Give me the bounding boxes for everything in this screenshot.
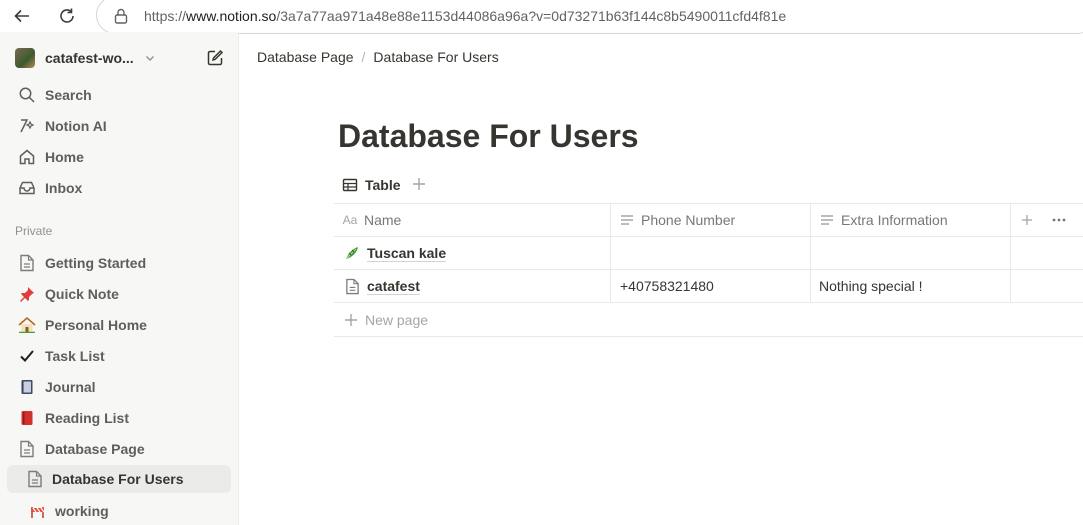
sidebar-item-label: Journal [45, 379, 96, 395]
house-icon [16, 314, 38, 336]
lines-icon [819, 212, 835, 228]
sidebar-item-label: Database Page [45, 441, 145, 457]
text-aa-icon: Aa [342, 213, 358, 227]
sidebar-item-notion-ai[interactable]: Notion AI [10, 112, 230, 140]
new-page-icon[interactable] [205, 48, 225, 68]
lines-icon [619, 212, 635, 228]
home-icon [16, 146, 38, 168]
search-icon [16, 84, 38, 106]
browser-toolbar: https://www.notion.so/3a7a77aa971a48e88e… [0, 0, 1083, 34]
more-options-icon[interactable] [1049, 211, 1069, 229]
sidebar-item-personal-home[interactable]: Personal Home [10, 311, 230, 339]
column-header-label: Extra Information [841, 212, 948, 228]
sidebar-item-quick-note[interactable]: Quick Note [10, 280, 230, 308]
table-cell-extra[interactable]: Nothing special ! [819, 270, 923, 302]
breadcrumb-item-database-for-users[interactable]: Database For Users [373, 49, 498, 65]
sidebar: catafest-wo... Search Notion AI Home Inb… [0, 32, 239, 525]
table-border-bottom [334, 336, 1083, 337]
plus-icon [343, 312, 359, 328]
sidebar-item-journal[interactable]: Journal [10, 373, 230, 401]
column-header-name[interactable]: Aa Name [342, 204, 402, 236]
column-header-phone-number[interactable]: Phone Number [619, 204, 735, 236]
sidebar-item-getting-started[interactable]: Getting Started [10, 249, 230, 277]
sidebar-item-label: Reading List [45, 410, 130, 426]
new-page-label: New page [365, 312, 429, 328]
url-text[interactable]: https://www.notion.so/3a7a77aa971a48e88e… [144, 7, 786, 25]
table-row-divider [334, 302, 1083, 303]
page-title[interactable]: Database For Users [338, 118, 639, 155]
page-icon [16, 252, 38, 274]
sidebar-item-label: Task List [45, 348, 105, 364]
column-header-label: Name [364, 212, 402, 228]
pushpin-icon [16, 283, 38, 305]
sidebar-item-label: Getting Started [45, 255, 147, 271]
page-icon [24, 468, 46, 490]
table-row-name-cell[interactable]: catafest [343, 270, 420, 302]
reload-icon[interactable] [55, 4, 79, 28]
workspace-avatar [15, 48, 35, 68]
workspace-name: catafest-wo... [45, 50, 134, 66]
add-view-icon[interactable] [410, 175, 428, 193]
table-row-divider [334, 236, 1083, 237]
construction-icon [27, 500, 49, 522]
column-divider[interactable] [810, 203, 811, 302]
column-header-extra-information[interactable]: Extra Information [819, 204, 948, 236]
notion-ai-icon [16, 115, 38, 137]
sidebar-item-home[interactable]: Home [10, 143, 230, 171]
sidebar-item-label: Search [45, 87, 92, 103]
column-divider[interactable] [1010, 203, 1011, 302]
sidebar-item-label: Home [45, 149, 84, 165]
sidebar-item-database-for-users[interactable]: Database For Users [7, 465, 231, 493]
page-icon [343, 277, 361, 295]
lock-icon[interactable] [112, 7, 130, 25]
table-cell-phone[interactable]: +40758321480 [620, 270, 714, 302]
table-icon [342, 177, 358, 193]
inbox-icon [16, 177, 38, 199]
sidebar-item-search[interactable]: Search [10, 81, 230, 109]
section-label-private[interactable]: Private [15, 224, 52, 238]
notebook-icon [16, 376, 38, 398]
sidebar-item-working[interactable]: working [10, 497, 230, 525]
sidebar-item-label: Inbox [45, 180, 83, 196]
page-icon [16, 438, 38, 460]
row-title: catafest [367, 277, 420, 295]
table-row-name-cell[interactable]: Tuscan kale [343, 237, 447, 269]
breadcrumb: Database Page / Database For Users [257, 48, 499, 66]
checkmark-icon [16, 345, 38, 367]
view-tab-table[interactable]: Table [342, 174, 401, 196]
new-page-button[interactable]: New page [343, 304, 428, 336]
view-tab-label: Table [365, 177, 401, 193]
sidebar-item-reading-list[interactable]: Reading List [10, 404, 230, 432]
breadcrumb-item-database-page[interactable]: Database Page [257, 49, 354, 65]
workspace-switcher[interactable]: catafest-wo... [15, 47, 156, 69]
chevron-down-icon [144, 52, 156, 64]
red-book-icon [16, 407, 38, 429]
sidebar-item-label: Personal Home [45, 317, 147, 333]
url-path: /3a7a77aa971a48e88e1153d44086a96a?v=0d73… [276, 8, 787, 24]
sidebar-item-label: working [55, 503, 109, 519]
add-property-icon[interactable] [1018, 211, 1036, 229]
sidebar-item-task-list[interactable]: Task List [10, 342, 230, 370]
column-divider[interactable] [610, 203, 611, 302]
row-title: Tuscan kale [367, 244, 447, 262]
sidebar-item-database-page[interactable]: Database Page [10, 435, 230, 463]
url-host: www.notion.so [186, 8, 277, 24]
sidebar-item-label: Database For Users [52, 471, 184, 487]
kale-icon [343, 244, 361, 262]
sidebar-item-label: Notion AI [45, 118, 107, 134]
sidebar-item-inbox[interactable]: Inbox [10, 174, 230, 202]
sidebar-item-label: Quick Note [45, 286, 119, 302]
column-header-label: Phone Number [641, 212, 736, 228]
breadcrumb-separator: / [361, 49, 366, 65]
back-icon[interactable] [10, 4, 34, 28]
url-prefix: https:// [144, 8, 187, 24]
